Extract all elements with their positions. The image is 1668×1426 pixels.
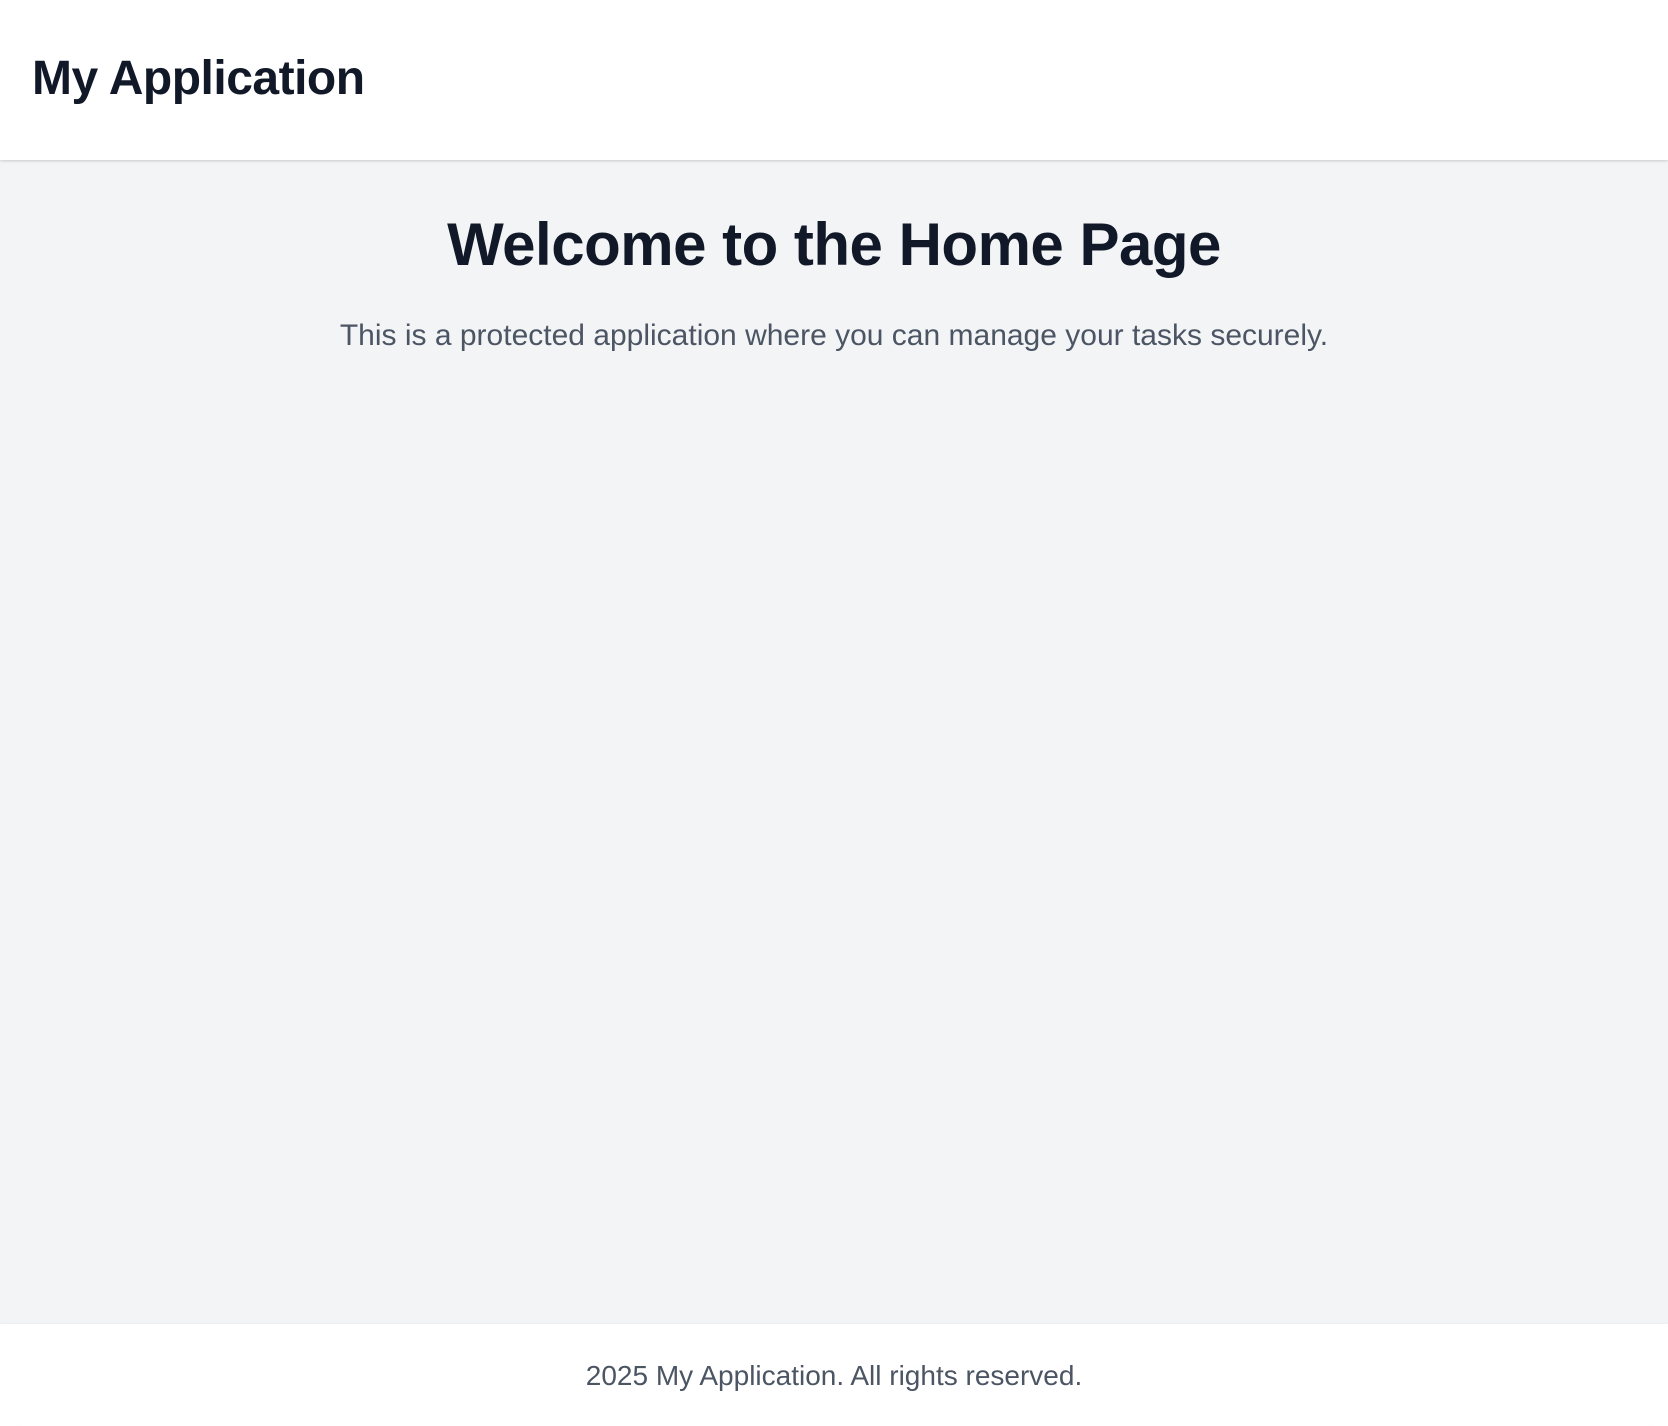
app-window: My Application Welcome to the Home Page … xyxy=(0,0,1668,1426)
app-header: My Application xyxy=(0,0,1668,160)
main-content: Welcome to the Home Page This is a prote… xyxy=(0,160,1668,1324)
page-title: Welcome to the Home Page xyxy=(447,211,1221,278)
footer-copyright: 2025 My Application. All rights reserved… xyxy=(585,1360,1083,1391)
app-footer: 2025 My Application. All rights reserved… xyxy=(0,1324,1668,1426)
app-title: My Application xyxy=(32,52,365,105)
page-subtitle: This is a protected application where yo… xyxy=(339,319,1329,352)
